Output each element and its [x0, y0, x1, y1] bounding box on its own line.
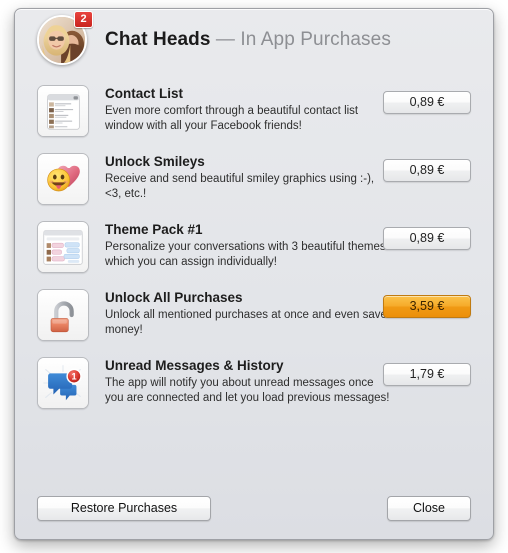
smiley-heart-icon: [37, 153, 89, 205]
title-separator: —: [210, 29, 241, 50]
product-description: The app will notify you about unread mes…: [105, 377, 390, 404]
svg-text:1: 1: [72, 372, 77, 382]
list-item[interactable]: Theme Pack #1 Personalize your conversat…: [15, 215, 493, 283]
open-padlock-icon: [37, 289, 89, 341]
window-footer: Restore Purchases Close: [15, 477, 493, 539]
contact-list-window-icon: [37, 85, 89, 137]
list-item[interactable]: 1 Unread Messages & History The app will…: [15, 351, 493, 419]
app-name-label: Chat Heads: [105, 29, 211, 50]
chat-theme-window-icon: [37, 221, 89, 273]
price-button[interactable]: 0,89 €: [383, 91, 471, 114]
list-item[interactable]: Unlock All Purchases Unlock all mentione…: [15, 283, 493, 351]
speech-bubble-badge-icon: 1: [37, 357, 89, 409]
restore-purchases-button[interactable]: Restore Purchases: [37, 496, 211, 521]
price-button[interactable]: 1,79 €: [383, 363, 471, 386]
avatar: 2: [37, 11, 93, 65]
price-button[interactable]: 0,89 €: [383, 227, 471, 250]
list-item[interactable]: Contact List Even more comfort through a…: [15, 79, 493, 147]
product-description: Even more comfort through a beautiful co…: [105, 105, 359, 132]
price-button[interactable]: 3,59 €: [383, 295, 471, 318]
avatar-unread-badge: 2: [74, 11, 93, 28]
in-app-purchases-window: 2 Chat Heads — In App Purchases Contact …: [14, 8, 494, 540]
list-item[interactable]: Unlock Smileys Receive and send beautifu…: [15, 147, 493, 215]
price-button[interactable]: 0,89 €: [383, 159, 471, 182]
product-description: Receive and send beautiful smiley graphi…: [105, 173, 375, 200]
product-description: Personalize your conversations with 3 be…: [105, 241, 386, 268]
section-title-label: In App Purchases: [240, 29, 391, 50]
page-title: Chat Heads — In App Purchases: [105, 29, 391, 51]
purchase-list: Contact List Even more comfort through a…: [15, 79, 493, 419]
window-header: 2 Chat Heads — In App Purchases: [15, 9, 493, 71]
close-button[interactable]: Close: [387, 496, 471, 521]
product-description: Unlock all mentioned purchases at once a…: [105, 309, 387, 336]
